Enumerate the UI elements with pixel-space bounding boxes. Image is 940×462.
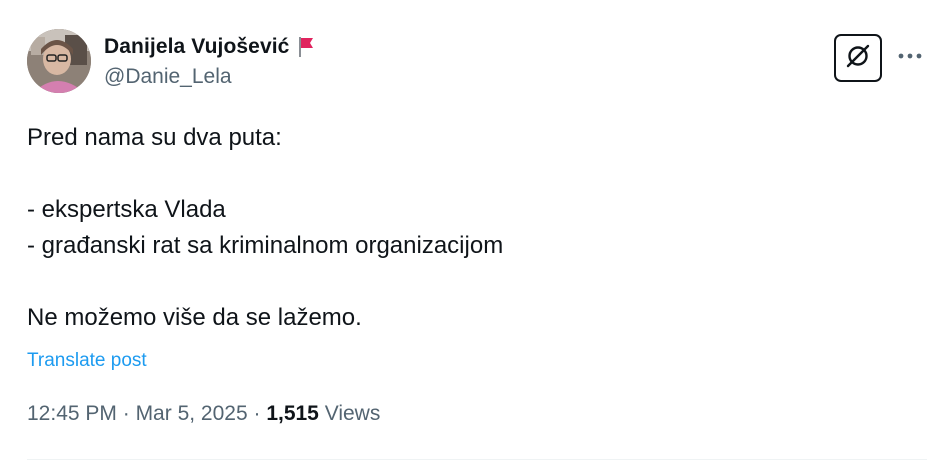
divider (27, 459, 927, 460)
translate-post-link[interactable]: Translate post (27, 350, 147, 372)
post-time[interactable]: 12:45 PM (27, 402, 117, 425)
views-label: Views (318, 402, 381, 425)
tweet: Danijela Vujošević @Danie_Lela Pred nama… (0, 0, 940, 462)
post-meta: 12:45 PM · Mar 5, 2025 · 1,515 Views (27, 402, 380, 426)
post-date[interactable]: Mar 5, 2025 (136, 402, 248, 425)
meta-separator: · (247, 402, 267, 425)
grok-icon (844, 42, 872, 75)
author-display-name[interactable]: Danijela Vujošević (104, 35, 289, 59)
grok-button[interactable] (834, 34, 882, 82)
post-line: Pred nama su dva puta: (27, 124, 282, 151)
post-text: Pred nama su dva puta: - ekspertska Vlad… (27, 120, 907, 336)
post-line: Ne možemo više da se lažemo. (27, 304, 362, 331)
views-count: 1,515 (266, 402, 319, 425)
post-line (27, 156, 907, 192)
avatar-image (27, 29, 91, 93)
red-flag-icon (297, 36, 315, 58)
author-handle[interactable]: @Danie_Lela (104, 65, 232, 89)
more-dots-icon (897, 47, 923, 65)
post-line (27, 264, 907, 300)
post-line: - građanski rat sa kriminalnom organizac… (27, 232, 504, 259)
post-line: - ekspertska Vlada (27, 196, 226, 223)
author-name-row: Danijela Vujošević (104, 33, 315, 61)
avatar[interactable] (27, 29, 91, 93)
more-options-button[interactable] (894, 40, 926, 72)
meta-separator: · (116, 402, 136, 425)
